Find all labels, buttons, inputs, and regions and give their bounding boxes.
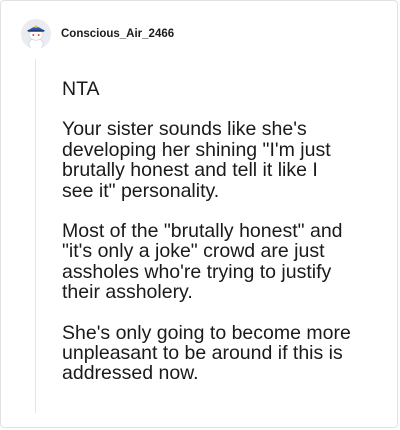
- avatar-graphic: [21, 19, 51, 49]
- comment-card: Conscious_Air_2466 NTA Your sister sound…: [0, 0, 398, 428]
- comment-paragraph: NTA: [62, 78, 100, 100]
- comment-paragraph: Your sister sounds like she's developing…: [62, 118, 331, 202]
- thread-line[interactable]: [35, 59, 36, 413]
- comment-paragraph: She's only going to become more unpleasa…: [62, 321, 351, 385]
- comment-body: NTA Your sister sounds like she's develo…: [62, 79, 387, 404]
- comment-paragraph: Most of the "brutally honest" and "it's …: [62, 220, 343, 304]
- comment-author[interactable]: Conscious_Air_2466: [61, 28, 174, 40]
- comment-header: Conscious_Air_2466: [21, 17, 174, 51]
- reddit-snoo-avatar-icon[interactable]: [21, 19, 51, 49]
